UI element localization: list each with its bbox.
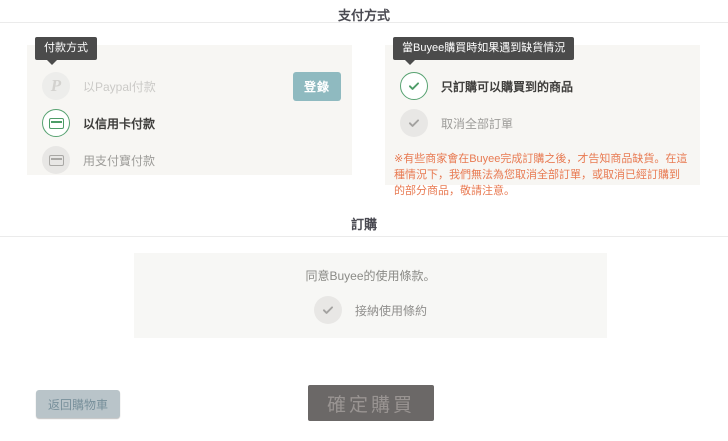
payment-option-credit-card[interactable]: 以信用卡付款 <box>42 108 340 138</box>
credit-card-icon <box>42 109 70 137</box>
payment-section-divider <box>0 22 728 23</box>
back-to-cart-button[interactable]: 返回購物車 <box>36 390 120 418</box>
confirm-purchase-button[interactable]: 確定購買 <box>308 385 434 421</box>
payment-option-alipay[interactable]: 用支付寶付款 <box>42 145 340 175</box>
stock-option-label: 取消全部訂單 <box>441 116 514 131</box>
paypal-login-button[interactable]: 登錄 <box>292 72 341 101</box>
out-of-stock-tag: 當Buyee購買時如果遇到缺貨情況 <box>393 37 575 65</box>
agreement-text: 同意Buyee的使用條款。 <box>305 269 436 283</box>
agreement-checkbox[interactable]: 接納使用條約 <box>313 296 427 324</box>
credit-card-icon <box>42 146 70 174</box>
stock-option-cancel-all[interactable]: 取消全部訂單 <box>400 108 688 138</box>
agreement-checkbox-label: 接納使用條約 <box>354 303 427 318</box>
order-section-divider <box>0 236 728 237</box>
check-icon <box>400 109 428 137</box>
payment-method-tag: 付款方式 <box>35 37 97 65</box>
order-section-title: 訂購 <box>350 217 377 232</box>
agreement-box: 同意Buyee的使用條款。 接納使用條約 <box>134 253 607 338</box>
payment-option-label: 以信用卡付款 <box>83 116 156 131</box>
out-of-stock-panel: 當Buyee購買時如果遇到缺貨情況 只訂購可以購買到的商品 取消全部訂單 ※有些… <box>385 37 700 197</box>
payment-option-label: 以Paypal付款 <box>83 79 156 94</box>
payment-method-panel: 付款方式 P 以Paypal付款 以信用卡付款 用支付寶付款 登錄 <box>27 37 352 175</box>
stock-option-order-available[interactable]: 只訂購可以購買到的商品 <box>400 71 688 101</box>
check-icon <box>313 296 342 324</box>
paypal-icon: P <box>42 72 70 100</box>
out-of-stock-notice: ※有些商家會在Buyee完成訂購之後，才告知商品缺貨。在這種情況下，我們無法為您… <box>394 153 688 197</box>
stock-option-label: 只訂購可以購買到的商品 <box>441 79 574 94</box>
payment-option-label: 用支付寶付款 <box>83 153 156 168</box>
check-icon <box>400 72 428 100</box>
